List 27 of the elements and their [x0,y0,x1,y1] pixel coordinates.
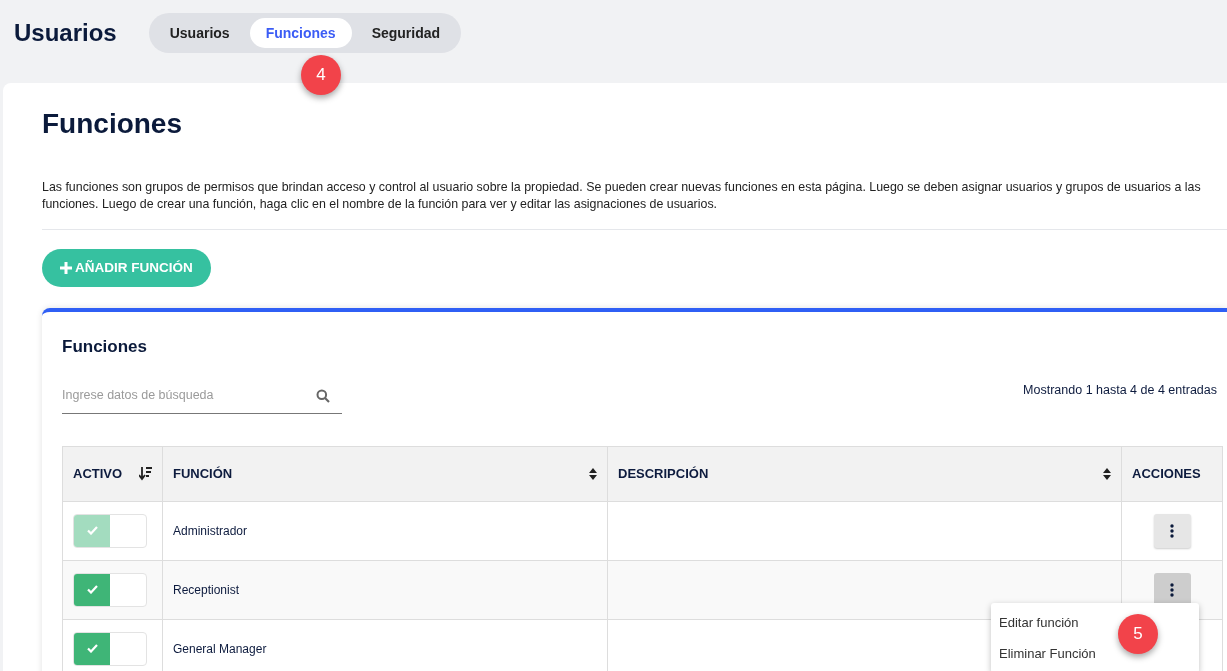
check-icon [86,585,98,594]
table-cell[interactable]: Receptionist [162,560,608,619]
sort-icon[interactable] [1103,467,1111,480]
column-header: ACCIONES [1132,464,1201,483]
tab[interactable]: Usuarios [153,18,246,48]
search-icon [316,388,330,403]
more-icon [1170,523,1174,538]
check-icon [86,526,98,535]
entries-info: Mostrando 1 hasta 4 de 4 entradas [1023,381,1217,399]
toggle-switch[interactable] [73,631,147,666]
column-header[interactable]: DESCRIPCIÓN [618,463,709,484]
sort-descending-icon[interactable] [139,466,152,481]
section-title: Funciones [42,107,183,141]
column-header[interactable]: ACTIVO [73,463,123,484]
toggle-switch[interactable] [73,572,147,607]
sort-icon[interactable] [589,467,597,480]
search-field[interactable]: Ingrese datos de búsqueda [62,377,342,414]
plus-icon [60,262,72,274]
tab[interactable]: Funciones [249,18,352,48]
page-title: Usuarios [14,18,117,48]
check-icon [86,644,98,653]
tab[interactable]: Seguridad [355,18,457,48]
panel-title: Funciones [62,336,148,358]
section-description: Las funciones son grupos de permisos que brindan acceso y control al usuario sobre la propiedad. Se pueden crear nuevas funciones en esta página. Luego se deben asignar usuarios y grupos de usuarios a las funciones. Luego de crear una función, haga clic en el nombre de la función para ver y editar las asignaciones de usuarios. [42,179,1202,213]
more-icon [1170,582,1174,597]
column-header[interactable]: FUNCIÓN [173,463,233,484]
step-marker: 4 [301,55,341,95]
